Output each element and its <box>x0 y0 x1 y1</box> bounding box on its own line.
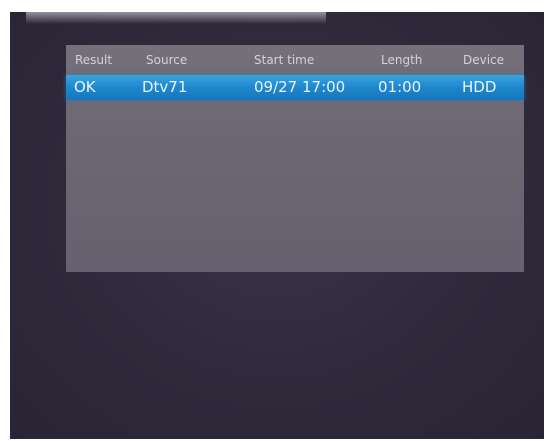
cell-start-time: 09/27 17:00 <box>254 78 346 96</box>
top-glow <box>26 12 326 24</box>
cell-source: Dtv71 <box>142 78 188 96</box>
header-source: Source <box>146 53 188 67</box>
header-result: Result <box>75 53 113 67</box>
table-row[interactable]: OK Dtv71 09/27 17:00 01:00 HDD <box>66 75 524 100</box>
cell-device: HDD <box>462 78 497 96</box>
header-device: Device <box>463 53 505 67</box>
tv-screen: Result Source Start time Length Device O… <box>10 12 544 439</box>
recordings-panel: Result Source Start time Length Device O… <box>66 45 524 272</box>
cell-result: OK <box>74 78 96 96</box>
header-start-time: Start time <box>254 53 315 67</box>
cell-length: 01:00 <box>378 78 422 96</box>
header-length: Length <box>381 53 423 67</box>
table-header: Result Source Start time Length Device <box>66 45 524 75</box>
